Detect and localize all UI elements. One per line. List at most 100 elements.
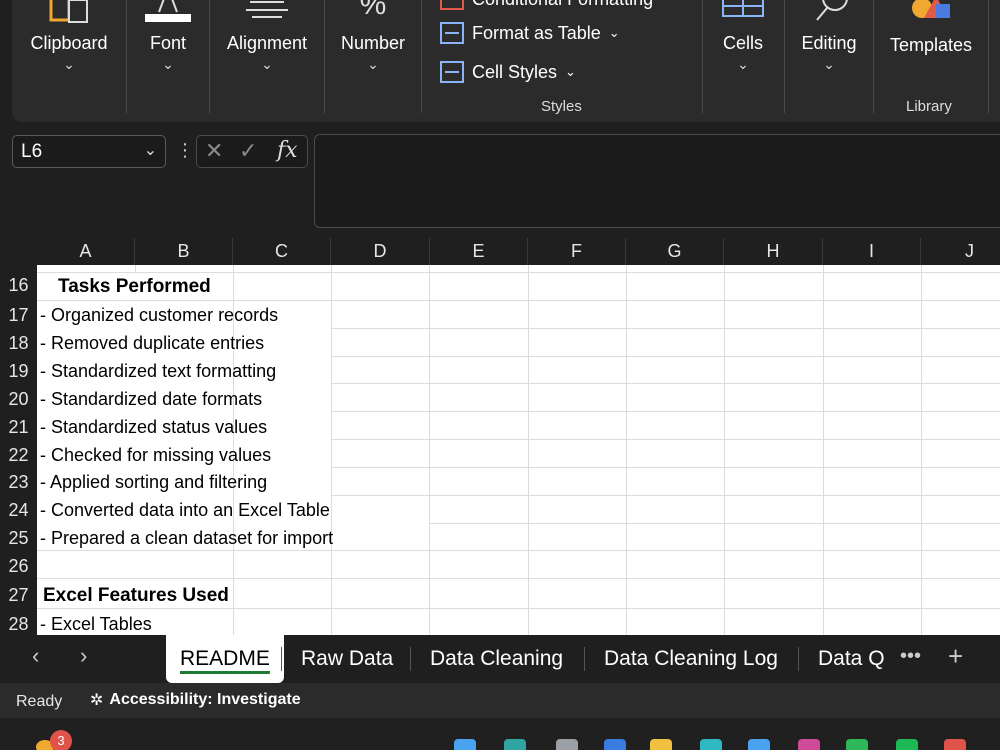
cells-group[interactable]: Cells ⌄ (703, 0, 783, 118)
tab-data-cleaning[interactable]: Data Cleaning (416, 635, 577, 683)
cancel-icon[interactable]: ✕ (205, 138, 223, 164)
cell-a16[interactable]: Tasks Performed (58, 276, 211, 298)
cell-a23[interactable]: - Applied sorting and filtering (40, 472, 267, 493)
name-box[interactable]: L6 ⌄ (12, 135, 166, 168)
cell-a18[interactable]: - Removed duplicate entries (40, 333, 264, 354)
store-icon[interactable] (748, 739, 770, 750)
cell-a24[interactable]: - Converted data into an Excel Table (40, 500, 330, 521)
instagram-icon[interactable] (798, 739, 820, 750)
row-header[interactable]: 18 (0, 333, 37, 354)
cell-a17[interactable]: - Organized customer records (40, 305, 278, 326)
column-header-e[interactable]: E (430, 238, 528, 265)
more-tabs-icon[interactable]: ••• (900, 645, 921, 668)
column-header-j[interactable]: J (921, 238, 1000, 265)
cell-styles-button[interactable]: Cell Styles ⌄ (440, 61, 576, 83)
spotify-icon[interactable] (896, 739, 918, 750)
row-header[interactable]: 27 (0, 585, 37, 606)
insert-function-icon[interactable]: fx (277, 138, 298, 163)
cell-a22[interactable]: - Checked for missing values (40, 445, 271, 466)
cell-a25[interactable]: - Prepared a clean dataset for import (40, 528, 333, 549)
accessibility-button[interactable]: ✲ Accessibility: Investigate (90, 690, 301, 710)
tab-data-cleaning-log[interactable]: Data Cleaning Log (590, 635, 792, 683)
notification-badge: 3 (50, 730, 72, 750)
row-header[interactable]: 26 (0, 556, 37, 577)
whatsapp-icon[interactable] (846, 739, 868, 750)
tab-raw-data[interactable]: Raw Data (287, 635, 407, 683)
table-icon (440, 22, 464, 44)
chevron-down-icon: ⌄ (367, 56, 379, 72)
column-header-f[interactable]: F (528, 238, 626, 265)
chevron-down-icon: ⌄ (63, 56, 75, 72)
name-box-value: L6 (21, 141, 43, 162)
editing-group[interactable]: Editing ⌄ (785, 0, 873, 118)
row-header[interactable]: 16 (0, 275, 37, 296)
confirm-icon[interactable]: ✓ (239, 138, 257, 164)
cells-icon (721, 0, 765, 23)
row-header[interactable]: 21 (0, 417, 37, 438)
worksheet-grid[interactable]: Tasks Performed - Organized customer rec… (37, 265, 1000, 635)
browser-icon[interactable] (700, 739, 722, 750)
cell-a19[interactable]: - Standardized text formatting (40, 361, 276, 382)
row-header[interactable]: 20 (0, 389, 37, 410)
row-header[interactable]: 22 (0, 445, 37, 466)
gridline (626, 265, 627, 635)
column-headers: A B C D E F G H I J (0, 238, 1000, 265)
gridline (331, 467, 1000, 468)
column-header-h[interactable]: H (724, 238, 823, 265)
row-header[interactable]: 17 (0, 305, 37, 326)
chevron-down-icon: ⌄ (565, 64, 576, 79)
conditional-formatting-button[interactable]: Conditional Formatting (440, 0, 653, 10)
library-group-label: Library (906, 98, 952, 115)
cell-a27[interactable]: Excel Features Used (43, 585, 229, 607)
tab-readme[interactable]: README (166, 635, 284, 683)
task-view-icon[interactable] (556, 739, 578, 750)
row-header[interactable]: 25 (0, 528, 37, 549)
column-header-a[interactable]: A (37, 238, 135, 265)
chevron-down-icon[interactable]: ⌄ (144, 140, 157, 160)
cell-a20[interactable]: - Standardized date formats (40, 389, 262, 410)
formula-input[interactable] (314, 134, 1000, 228)
divider (281, 647, 282, 671)
row-header[interactable]: 24 (0, 500, 37, 521)
scroll-tabs-right-icon[interactable]: › (80, 643, 87, 669)
font-group[interactable]: Font ⌄ (127, 0, 209, 118)
file-explorer-icon[interactable] (650, 739, 672, 750)
add-sheet-icon[interactable]: + (948, 641, 963, 672)
conditional-formatting-icon (440, 0, 464, 10)
row-header[interactable]: 28 (0, 614, 37, 635)
column-header-g[interactable]: G (626, 238, 724, 265)
gridline (331, 265, 332, 635)
alignment-group[interactable]: Alignment ⌄ (210, 0, 324, 118)
format-as-table-button[interactable]: Format as Table ⌄ (440, 22, 620, 44)
column-header-b[interactable]: B (135, 238, 233, 265)
column-header-c[interactable]: C (233, 238, 331, 265)
scroll-tabs-left-icon[interactable]: ‹ (32, 643, 39, 669)
formula-controls: ✕ ✓ fx (196, 135, 308, 168)
row-header[interactable]: 23 (0, 472, 37, 493)
cell-a21[interactable]: - Standardized status values (40, 417, 267, 438)
group-label: Alignment (226, 33, 308, 53)
group-label: Number (340, 33, 406, 53)
column-header-i[interactable]: I (823, 238, 921, 265)
search-taskbar-icon[interactable] (504, 739, 526, 750)
chrome-icon[interactable] (944, 739, 966, 750)
clipboard-group[interactable]: Clipboard ⌄ (12, 0, 126, 118)
search-icon (807, 0, 851, 27)
cell-a28[interactable]: - Excel Tables (40, 614, 152, 635)
gridline (429, 523, 1000, 524)
styles-group-label: Styles (541, 98, 582, 115)
chevron-down-icon: ⌄ (608, 25, 620, 40)
percent-icon: % (359, 0, 387, 21)
excel-window: Clipboard ⌄ Font ⌄ Alignment ⌄ % Number … (0, 0, 1000, 750)
accessibility-icon: ✲ (90, 692, 104, 709)
gridline (37, 300, 1000, 301)
templates-group[interactable]: Templates Library (874, 0, 988, 118)
start-icon[interactable] (454, 739, 476, 750)
row-header[interactable]: 19 (0, 361, 37, 382)
tab-data-q[interactable]: Data Q (804, 635, 899, 683)
divider (988, 0, 989, 113)
number-group[interactable]: % Number ⌄ (325, 0, 421, 118)
more-options-icon[interactable]: ⋮ (176, 140, 194, 161)
edge-icon[interactable] (604, 739, 626, 750)
column-header-d[interactable]: D (331, 238, 430, 265)
